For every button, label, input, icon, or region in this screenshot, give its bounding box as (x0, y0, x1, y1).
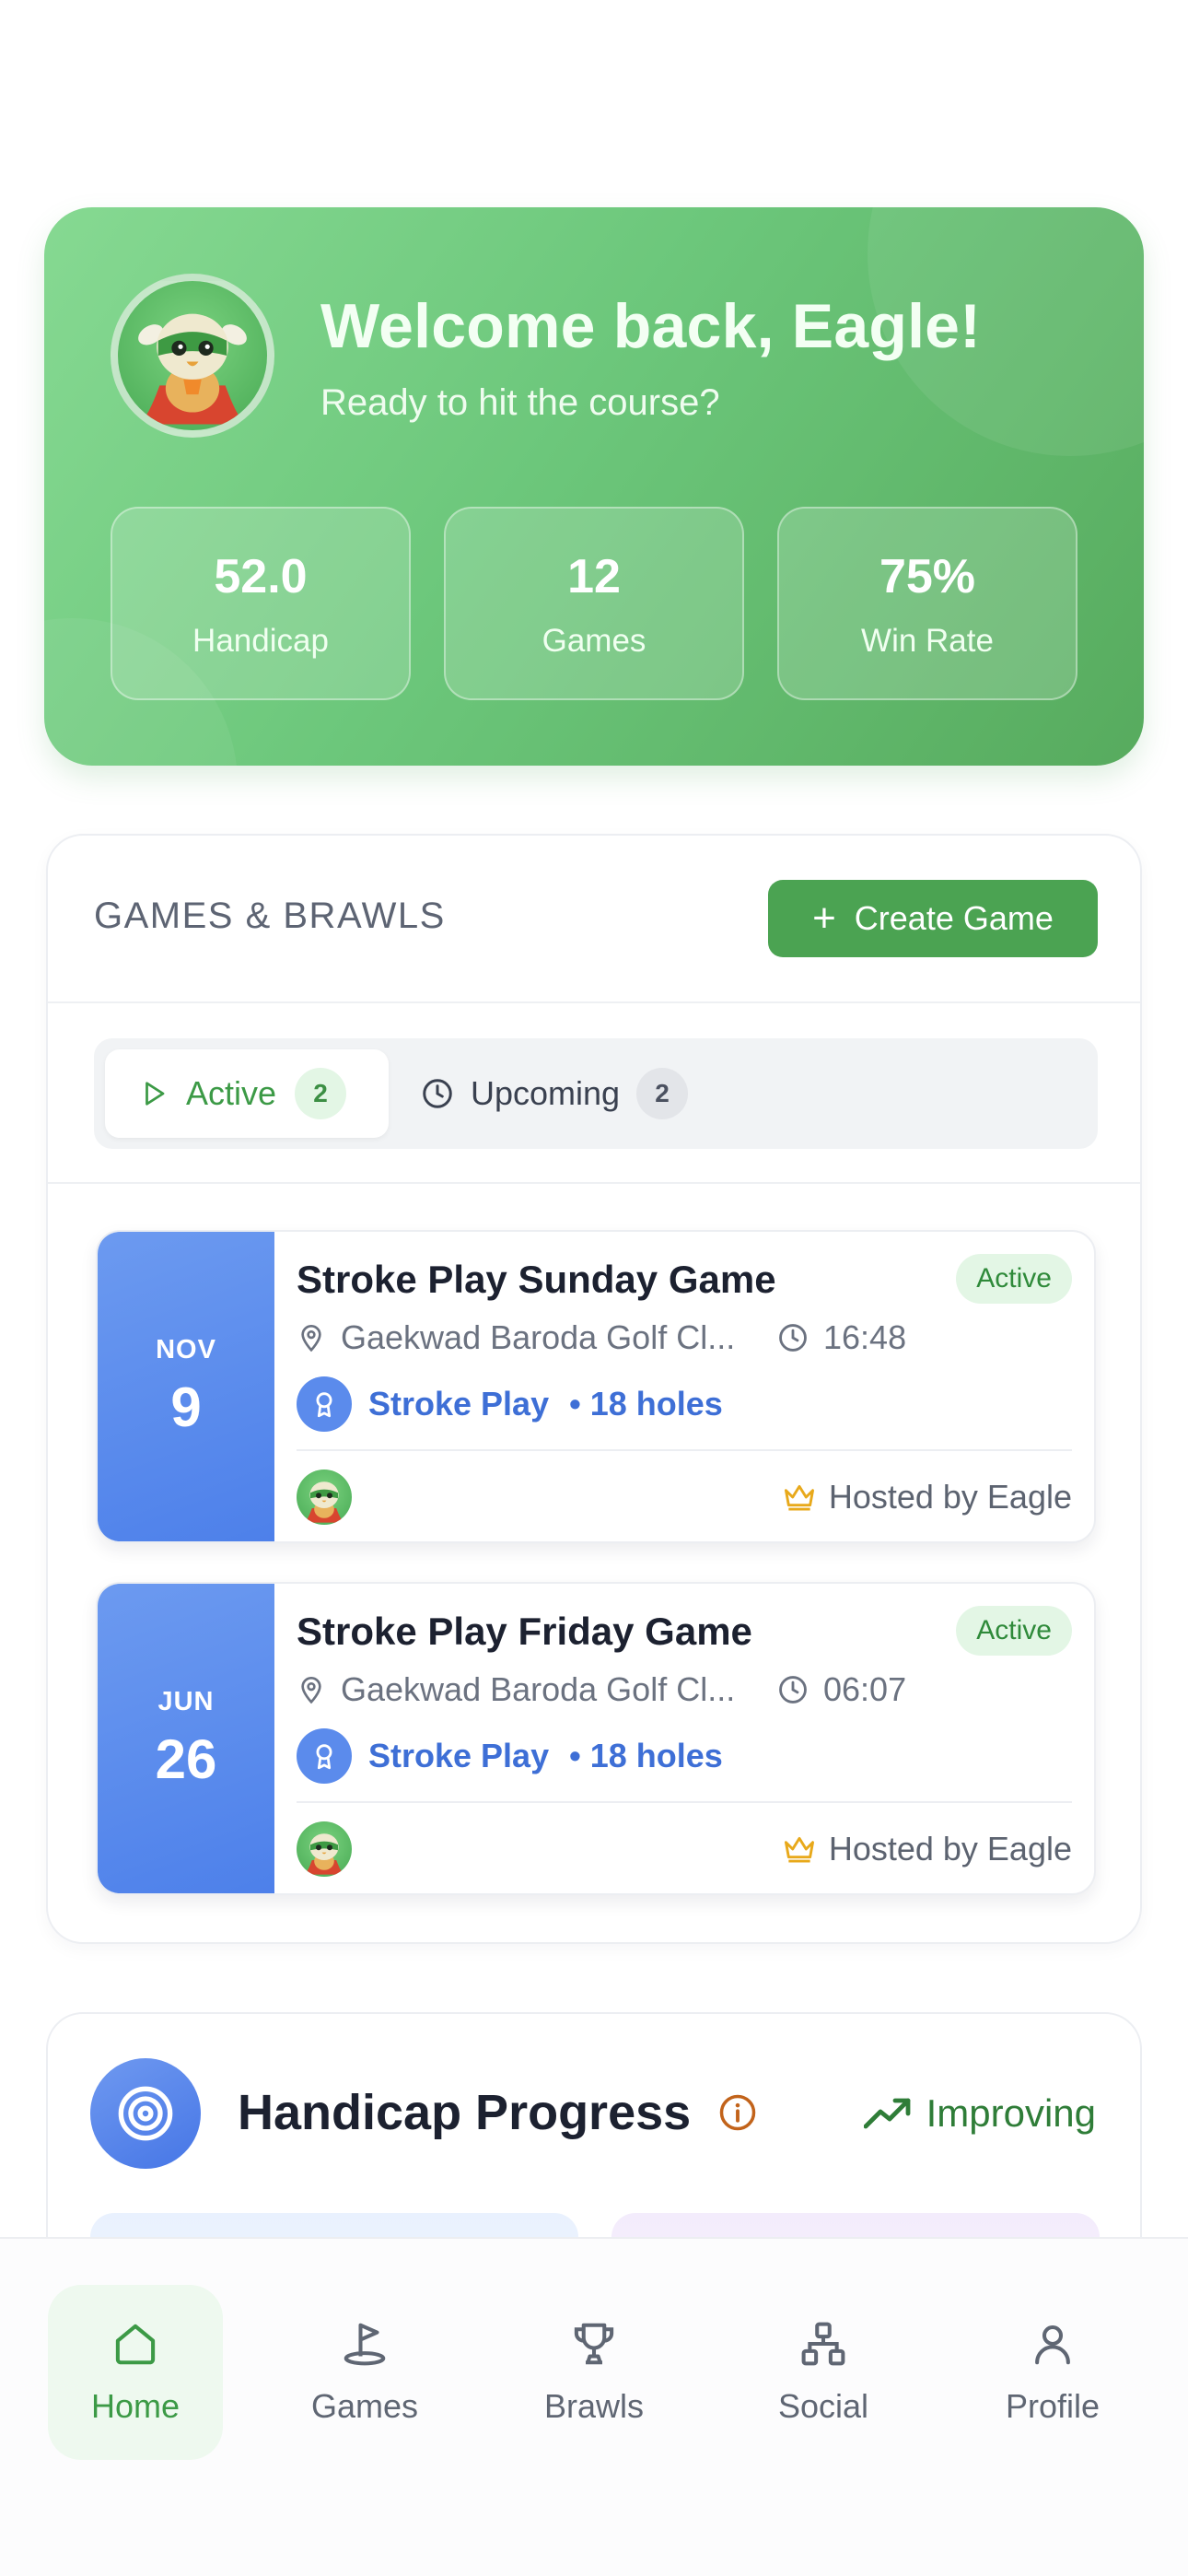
game-location: Gaekwad Baroda Golf Cl... (341, 1670, 736, 1708)
player-avatar (297, 1821, 352, 1877)
stat-label: Win Rate (861, 623, 994, 659)
stat-handicap: 52.0 Handicap (111, 507, 411, 700)
stat-games: 12 Games (444, 507, 744, 700)
game-month: NOV (156, 1335, 216, 1364)
status-badge: Active (956, 1254, 1072, 1304)
create-game-label: Create Game (854, 899, 1054, 937)
status-badge: Active (956, 1606, 1072, 1656)
host-label: Hosted by Eagle (828, 1478, 1072, 1516)
host-label: Hosted by Eagle (828, 1830, 1072, 1868)
game-card[interactable]: NOV 9 Stroke Play Sunday Game Active Gae… (96, 1230, 1096, 1543)
game-date-block: JUN 26 (98, 1584, 274, 1893)
stat-win-rate: 75% Win Rate (777, 507, 1077, 700)
game-tabs: Active 2 Upcoming 2 (94, 1038, 1098, 1149)
eagle-mascot-icon (304, 1481, 344, 1523)
nav-label: Profile (1005, 2387, 1101, 2425)
network-icon (801, 2322, 845, 2366)
nav-games[interactable]: Games (277, 2285, 452, 2460)
games-brawls-card: GAMES & BRAWLS + Create Game Active 2 Up… (46, 834, 1142, 1944)
award-icon (297, 1376, 352, 1432)
user-icon (1035, 2324, 1070, 2365)
bottom-navigation: Home Games Brawls Social Profile (0, 2237, 1188, 2576)
stat-value: 12 (567, 550, 621, 603)
trophy-icon (574, 2323, 614, 2365)
game-day: 9 (170, 1376, 202, 1438)
tab-active[interactable]: Active 2 (105, 1049, 389, 1138)
game-type: Stroke Play (368, 1385, 550, 1423)
tab-upcoming[interactable]: Upcoming 2 (421, 1049, 689, 1138)
host-info: Hosted by Eagle (783, 1825, 1072, 1873)
handicap-title: Handicap Progress (238, 2085, 692, 2140)
game-type-row: Stroke Play • 18 holes (297, 1375, 723, 1434)
game-type: Stroke Play (368, 1737, 550, 1774)
create-game-button[interactable]: + Create Game (768, 880, 1098, 957)
info-icon[interactable] (718, 2093, 757, 2137)
player-avatar (297, 1469, 352, 1525)
divider (297, 1801, 1072, 1803)
nav-label: Home (90, 2387, 181, 2425)
game-holes: • 18 holes (569, 1737, 723, 1774)
nav-label: Brawls (543, 2387, 645, 2425)
welcome-hero-card: Welcome back, Eagle! Ready to hit the co… (44, 207, 1144, 766)
crown-icon (784, 1836, 814, 1863)
nav-brawls[interactable]: Brawls (507, 2285, 681, 2460)
plus-icon: + (812, 896, 836, 941)
welcome-subtitle: Ready to hit the course? (320, 382, 720, 423)
user-avatar[interactable] (111, 274, 274, 438)
stat-label: Handicap (192, 623, 329, 659)
game-month: JUN (157, 1687, 215, 1716)
location-pin-icon (301, 1677, 321, 1704)
nav-label: Games (310, 2387, 419, 2425)
stat-value: 75% (879, 550, 976, 603)
game-title: Stroke Play Friday Game (297, 1610, 752, 1653)
welcome-heading: Welcome back, Eagle! (320, 291, 982, 361)
game-date-block: NOV 9 (98, 1232, 274, 1541)
location-pin-icon (301, 1325, 321, 1352)
clock-icon (779, 1676, 807, 1704)
tab-label: Upcoming (471, 1074, 621, 1112)
tab-label: Active (186, 1074, 277, 1112)
home-icon (115, 2324, 156, 2365)
divider (48, 1182, 1140, 1184)
target-icon (90, 2058, 201, 2169)
tab-count-badge: 2 (636, 1068, 689, 1119)
game-holes: • 18 holes (569, 1385, 723, 1423)
play-icon (146, 1082, 165, 1106)
nav-label: Social (777, 2387, 869, 2425)
game-time: 16:48 (823, 1318, 907, 1356)
section-title: GAMES & BRAWLS (94, 896, 446, 936)
trend-label: Improving (926, 2091, 1096, 2135)
game-time: 06:07 (823, 1670, 907, 1708)
host-info: Hosted by Eagle (783, 1473, 1072, 1521)
award-icon (297, 1728, 352, 1784)
game-title: Stroke Play Sunday Game (297, 1258, 776, 1301)
game-location-row: Gaekwad Baroda Golf Cl... 06:07 (297, 1667, 906, 1713)
eagle-mascot-icon (304, 1833, 344, 1875)
divider (48, 1001, 1140, 1003)
nav-profile[interactable]: Profile (965, 2285, 1140, 2460)
eagle-mascot-icon (138, 313, 247, 425)
nav-home[interactable]: Home (48, 2285, 223, 2460)
stat-value: 52.0 (214, 550, 308, 603)
nav-social[interactable]: Social (736, 2285, 911, 2460)
trending-up-icon (863, 2098, 910, 2129)
divider (297, 1449, 1072, 1451)
stat-label: Games (542, 623, 646, 659)
game-day: 26 (155, 1728, 217, 1790)
game-card[interactable]: JUN 26 Stroke Play Friday Game Active Ga… (96, 1582, 1096, 1895)
clock-icon (423, 1079, 452, 1108)
crown-icon (784, 1484, 814, 1511)
game-location: Gaekwad Baroda Golf Cl... (341, 1318, 736, 1356)
game-location-row: Gaekwad Baroda Golf Cl... 16:48 (297, 1315, 906, 1361)
clock-icon (779, 1324, 807, 1352)
golf-flag-icon (344, 2323, 386, 2366)
handicap-trend: Improving (863, 2091, 1096, 2136)
tab-count-badge: 2 (295, 1068, 347, 1119)
game-type-row: Stroke Play • 18 holes (297, 1727, 723, 1786)
